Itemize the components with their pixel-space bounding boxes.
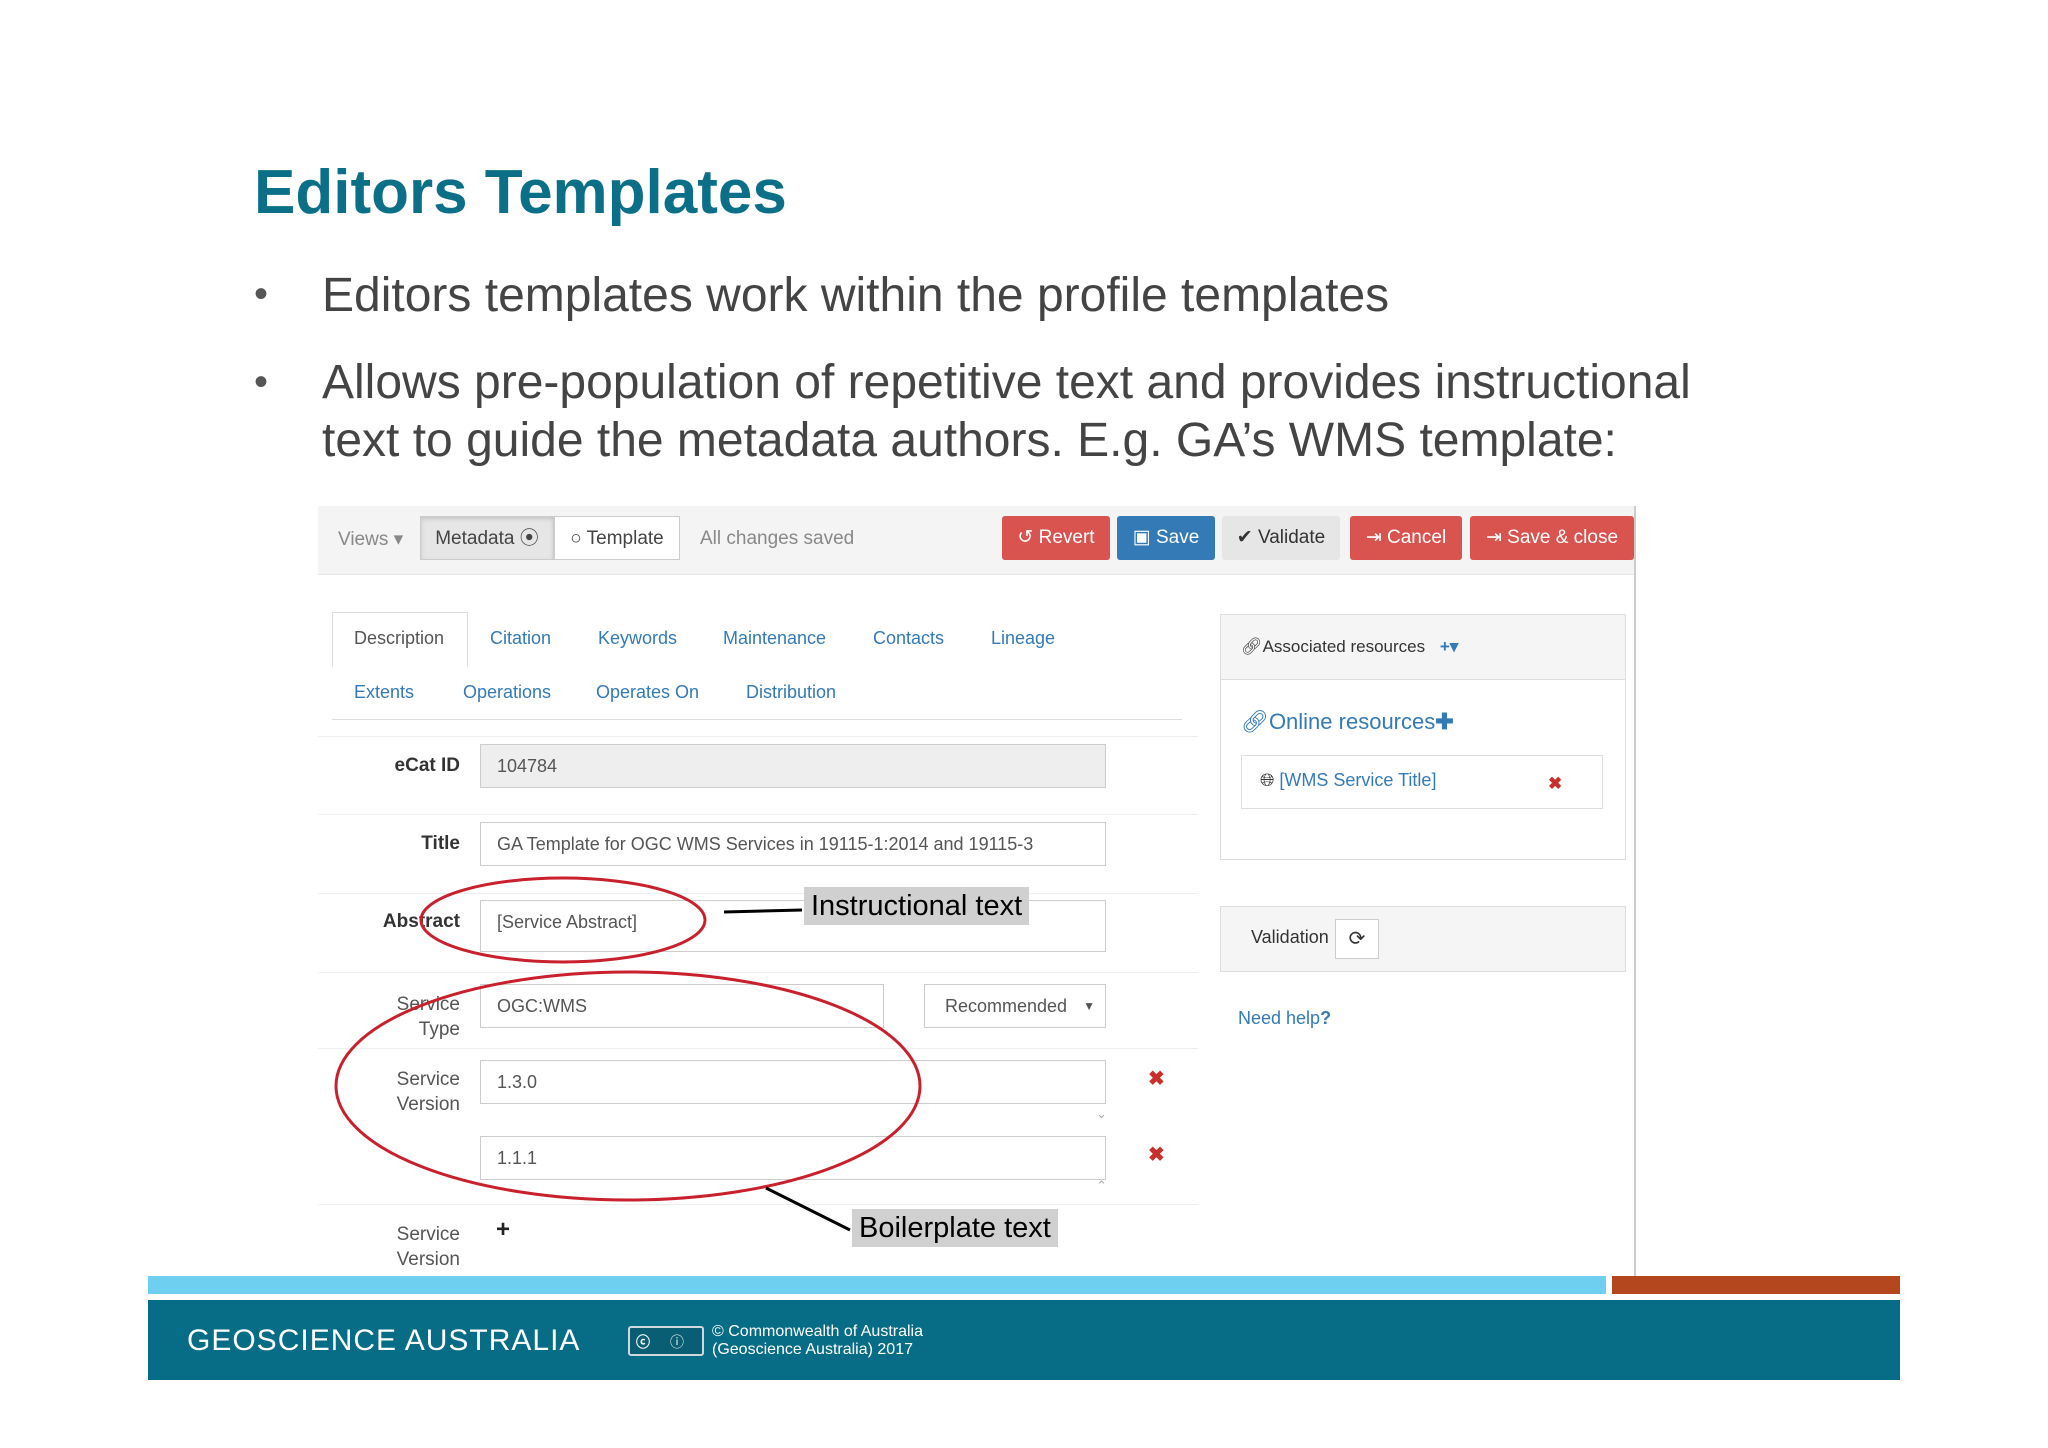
footer-brand: GEOSCIENCE AUSTRALIA [187, 1324, 581, 1357]
boilerplate-ellipse [334, 970, 922, 1202]
bullet-2-line-1: Allows pre-population of repetitive text… [322, 356, 1691, 409]
creative-commons-icon: ⓒ ⓘ [628, 1326, 704, 1356]
footer-accent-bar [148, 1276, 1606, 1294]
slide-title: Editors Templates [254, 158, 787, 227]
bullet-1-line-1: Editors templates work within the profil… [322, 269, 1390, 322]
editor-screenshot: Views ▾ Metadata ⦿ ○ Template All change… [318, 506, 1640, 1276]
boilerplate-text-callout: Boilerplate text [852, 1209, 1058, 1247]
boilerplate-pointer [765, 1186, 851, 1232]
instructional-text-callout: Instructional text [804, 887, 1030, 925]
bullet-2-line-2: text to guide the metadata authors. E.g.… [322, 414, 1617, 467]
bullet-marker: • [254, 360, 269, 404]
instructional-ellipse [419, 876, 707, 964]
footer-accent-bar-orange [1612, 1276, 1900, 1294]
instructional-pointer [723, 908, 803, 914]
copyright-line-1: © Commonwealth of Australia [712, 1323, 923, 1340]
copyright-line-2: (Geoscience Australia) 2017 [712, 1341, 913, 1358]
bullet-marker: • [254, 272, 269, 316]
